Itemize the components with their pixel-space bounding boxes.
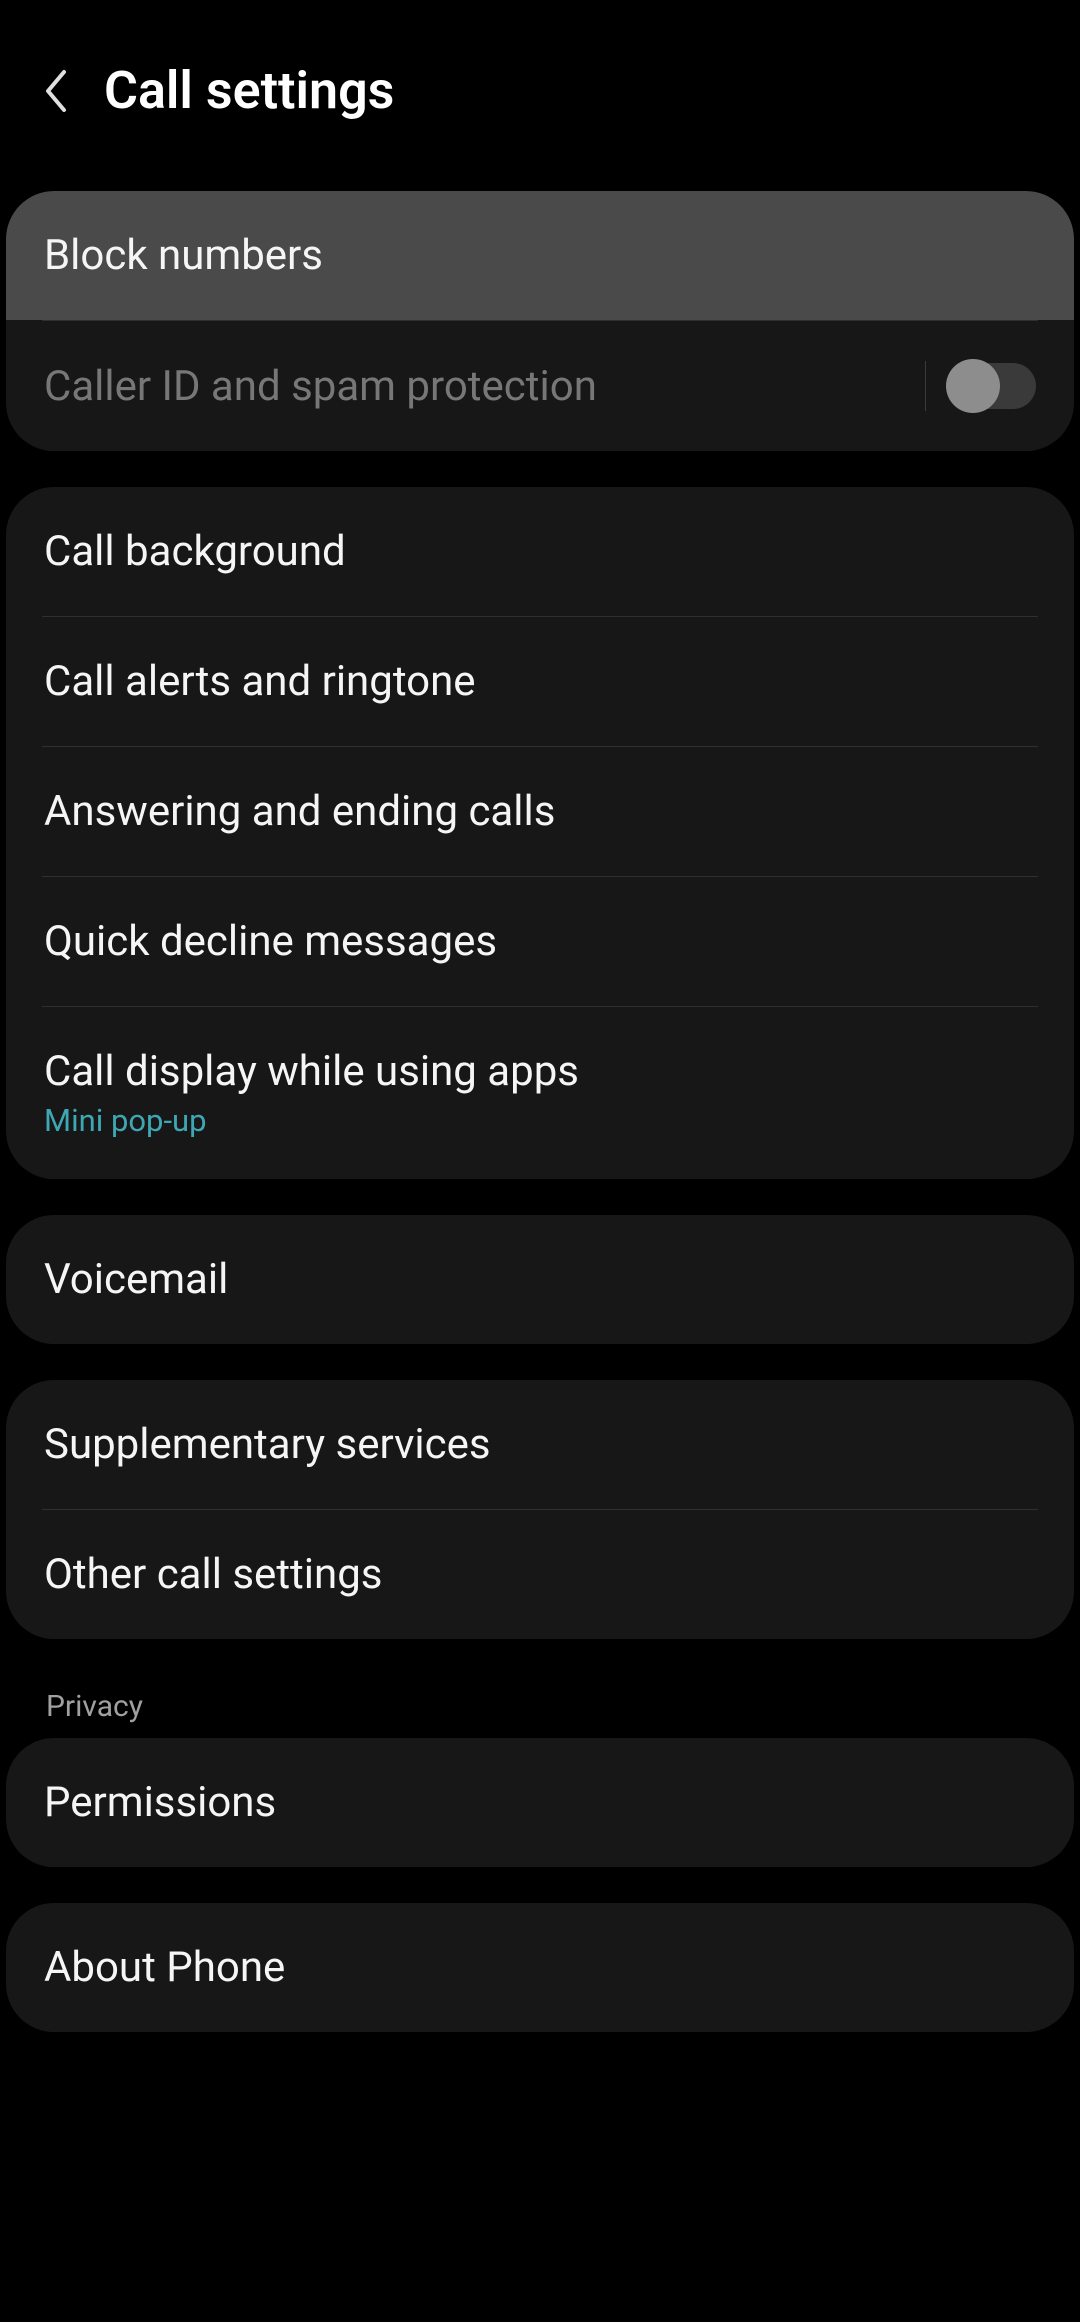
row-text: Call display while using apps Mini pop-u… xyxy=(44,1047,579,1139)
row-call-display-apps[interactable]: Call display while using apps Mini pop-u… xyxy=(6,1007,1074,1179)
toggle-knob xyxy=(946,359,1000,413)
row-label: Call background xyxy=(44,527,346,576)
row-answering-ending[interactable]: Answering and ending calls xyxy=(6,747,1074,876)
toggle-group xyxy=(925,361,1036,411)
settings-group: Block numbers Caller ID and spam protect… xyxy=(6,191,1074,451)
back-icon[interactable] xyxy=(40,68,70,114)
row-about-phone[interactable]: About Phone xyxy=(6,1903,1074,2032)
row-label: Call alerts and ringtone xyxy=(44,657,476,706)
settings-group: Voicemail xyxy=(6,1215,1074,1344)
row-quick-decline[interactable]: Quick decline messages xyxy=(6,877,1074,1006)
row-label: Permissions xyxy=(44,1778,276,1827)
row-voicemail[interactable]: Voicemail xyxy=(6,1215,1074,1344)
row-call-alerts-ringtone[interactable]: Call alerts and ringtone xyxy=(6,617,1074,746)
page-title: Call settings xyxy=(104,60,394,121)
header: Call settings xyxy=(0,0,1080,161)
settings-group: About Phone xyxy=(6,1903,1074,2032)
row-label: Block numbers xyxy=(44,231,323,280)
row-sublabel: Mini pop-up xyxy=(44,1102,579,1139)
row-label: Supplementary services xyxy=(44,1420,491,1469)
settings-group: Permissions xyxy=(6,1738,1074,1867)
section-header-privacy: Privacy xyxy=(6,1675,1074,1738)
row-label: Caller ID and spam protection xyxy=(44,362,597,411)
settings-group: Supplementary services Other call settin… xyxy=(6,1380,1074,1639)
vertical-divider xyxy=(925,361,926,411)
row-label: Other call settings xyxy=(44,1550,382,1599)
row-block-numbers[interactable]: Block numbers xyxy=(6,191,1074,320)
row-caller-id-spam[interactable]: Caller ID and spam protection xyxy=(6,321,1074,451)
row-permissions[interactable]: Permissions xyxy=(6,1738,1074,1867)
row-label: Call display while using apps xyxy=(44,1047,579,1096)
settings-group: Call background Call alerts and ringtone… xyxy=(6,487,1074,1179)
row-label: Quick decline messages xyxy=(44,917,497,966)
row-call-background[interactable]: Call background xyxy=(6,487,1074,616)
row-label: Voicemail xyxy=(44,1255,228,1304)
row-label: Answering and ending calls xyxy=(44,787,555,836)
caller-id-toggle[interactable] xyxy=(946,363,1036,409)
settings-content: Block numbers Caller ID and spam protect… xyxy=(0,161,1080,2032)
row-supplementary-services[interactable]: Supplementary services xyxy=(6,1380,1074,1509)
row-other-call-settings[interactable]: Other call settings xyxy=(6,1510,1074,1639)
row-label: About Phone xyxy=(44,1943,285,1992)
